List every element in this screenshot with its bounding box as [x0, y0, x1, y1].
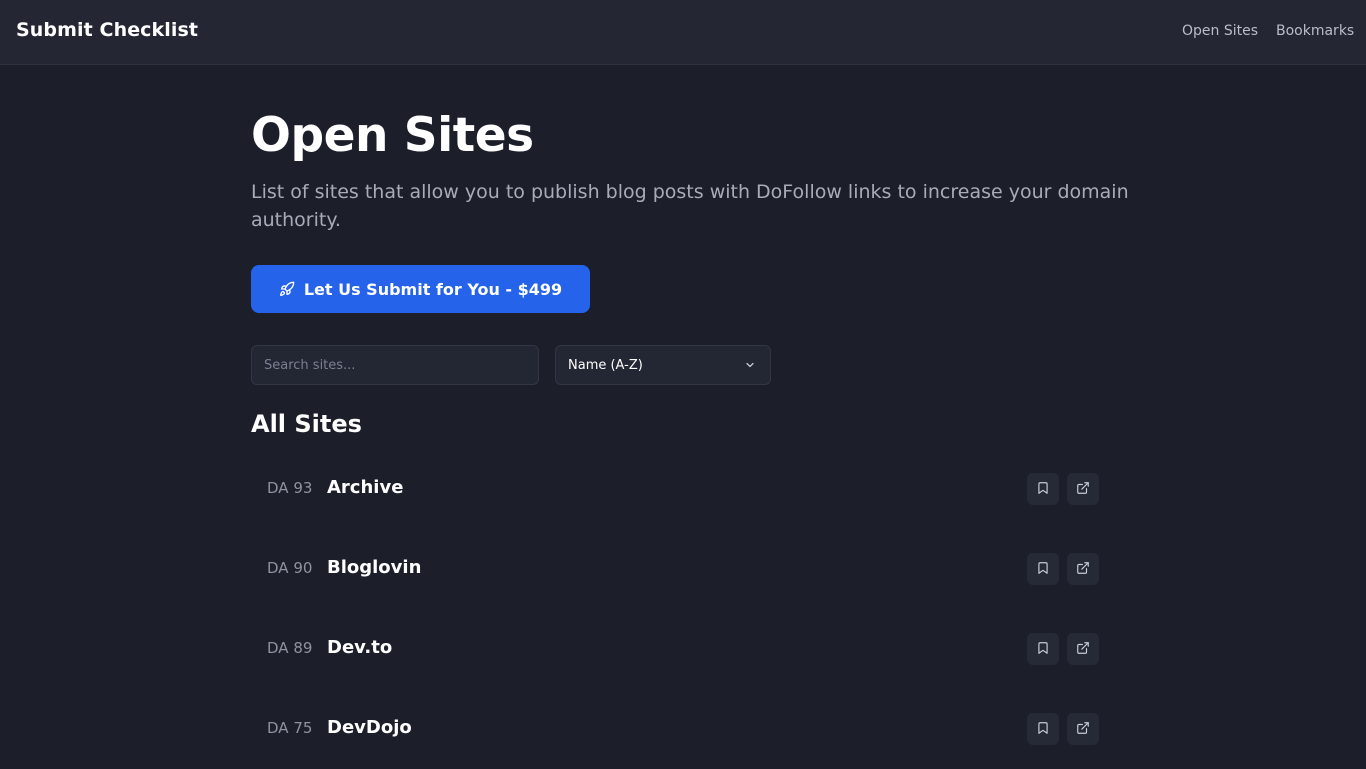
external-link-icon	[1076, 640, 1090, 659]
external-link-icon	[1076, 560, 1090, 579]
submit-service-button[interactable]: Let Us Submit for You - $499	[251, 265, 590, 313]
open-site-button[interactable]	[1067, 473, 1099, 505]
bookmark-icon	[1036, 480, 1050, 499]
brand-logo[interactable]: Submit Checklist	[16, 19, 198, 41]
bookmark-icon	[1036, 640, 1050, 659]
top-navbar: Submit Checklist Open Sites Bookmarks	[0, 0, 1366, 65]
site-row: DA 93 Archive	[251, 449, 1115, 529]
bookmark-button[interactable]	[1027, 553, 1059, 585]
site-name[interactable]: Dev.to	[327, 637, 392, 658]
domain-authority: DA 90	[267, 559, 313, 577]
bookmark-button[interactable]	[1027, 473, 1059, 505]
page-description: List of sites that allow you to publish …	[251, 181, 1129, 231]
site-row: DA 89 Dev.to	[251, 609, 1115, 689]
site-name[interactable]: Bloglovin	[327, 557, 421, 578]
external-link-icon	[1076, 720, 1090, 739]
submit-service-label: Let Us Submit for You - $499	[303, 279, 563, 299]
site-list: DA 93 Archive DA 90 Bloglovin DA 89 Dev.…	[251, 449, 1115, 769]
page-title: Open Sites	[251, 108, 534, 163]
domain-authority: DA 93	[267, 479, 313, 497]
bookmark-icon	[1036, 560, 1050, 579]
domain-authority: DA 75	[267, 719, 313, 737]
site-row: DA 75 DevDojo	[251, 689, 1115, 769]
open-site-button[interactable]	[1067, 553, 1099, 585]
search-input[interactable]	[251, 345, 539, 385]
bookmark-button[interactable]	[1027, 713, 1059, 745]
external-link-icon	[1076, 480, 1090, 499]
site-name[interactable]: Archive	[327, 477, 403, 498]
nav-open-sites[interactable]: Open Sites	[1182, 23, 1258, 39]
sort-select[interactable]: Name (A-Z)	[555, 345, 771, 385]
sort-selected-value: Name (A-Z)	[568, 357, 643, 373]
open-site-button[interactable]	[1067, 713, 1099, 745]
site-row: DA 90 Bloglovin	[251, 529, 1115, 609]
chevron-down-icon	[744, 359, 756, 375]
open-site-button[interactable]	[1067, 633, 1099, 665]
nav-bookmarks[interactable]: Bookmarks	[1276, 23, 1354, 39]
bookmark-icon	[1036, 720, 1050, 739]
bookmark-button[interactable]	[1027, 633, 1059, 665]
rocket-icon	[279, 281, 295, 297]
domain-authority: DA 89	[267, 639, 313, 657]
site-name[interactable]: DevDojo	[327, 717, 412, 738]
section-title: All Sites	[251, 410, 362, 438]
